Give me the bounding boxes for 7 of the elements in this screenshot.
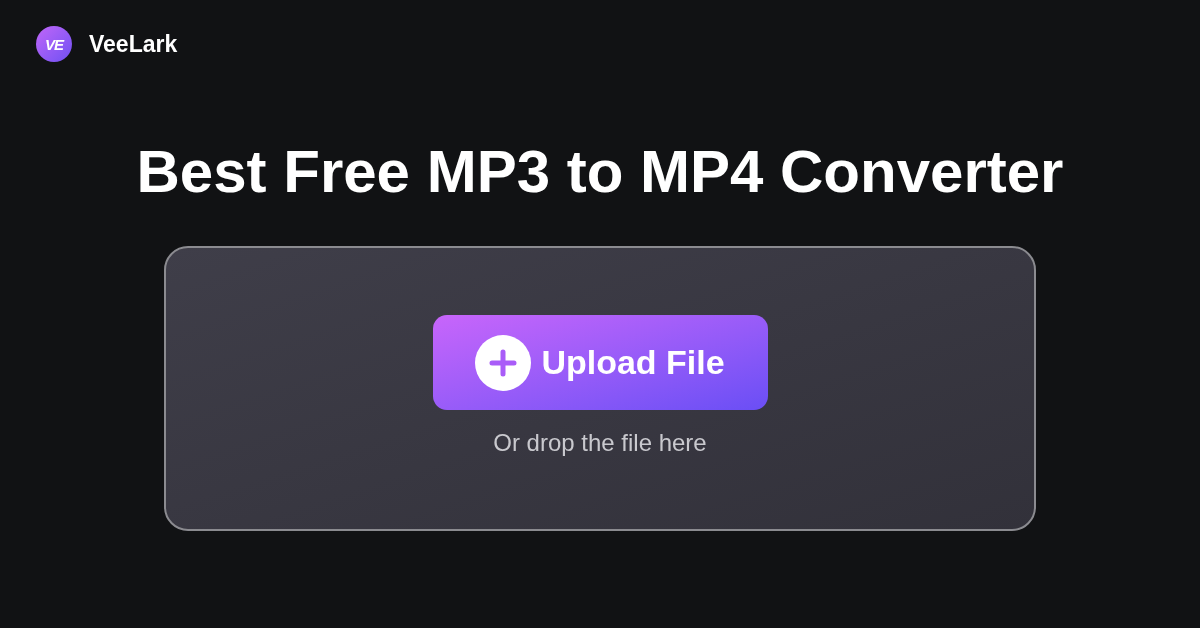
upload-button[interactable]: Upload File <box>432 315 768 410</box>
plus-icon <box>475 334 532 391</box>
logo-icon: VE <box>36 26 72 62</box>
brand-name[interactable]: VeeLark <box>89 32 178 56</box>
drop-zone[interactable]: Upload File Or drop the file here <box>164 246 1036 531</box>
page-title: Best Free MP3 to MP4 Converter <box>136 142 1064 202</box>
drop-hint: Or drop the file here <box>493 431 707 455</box>
